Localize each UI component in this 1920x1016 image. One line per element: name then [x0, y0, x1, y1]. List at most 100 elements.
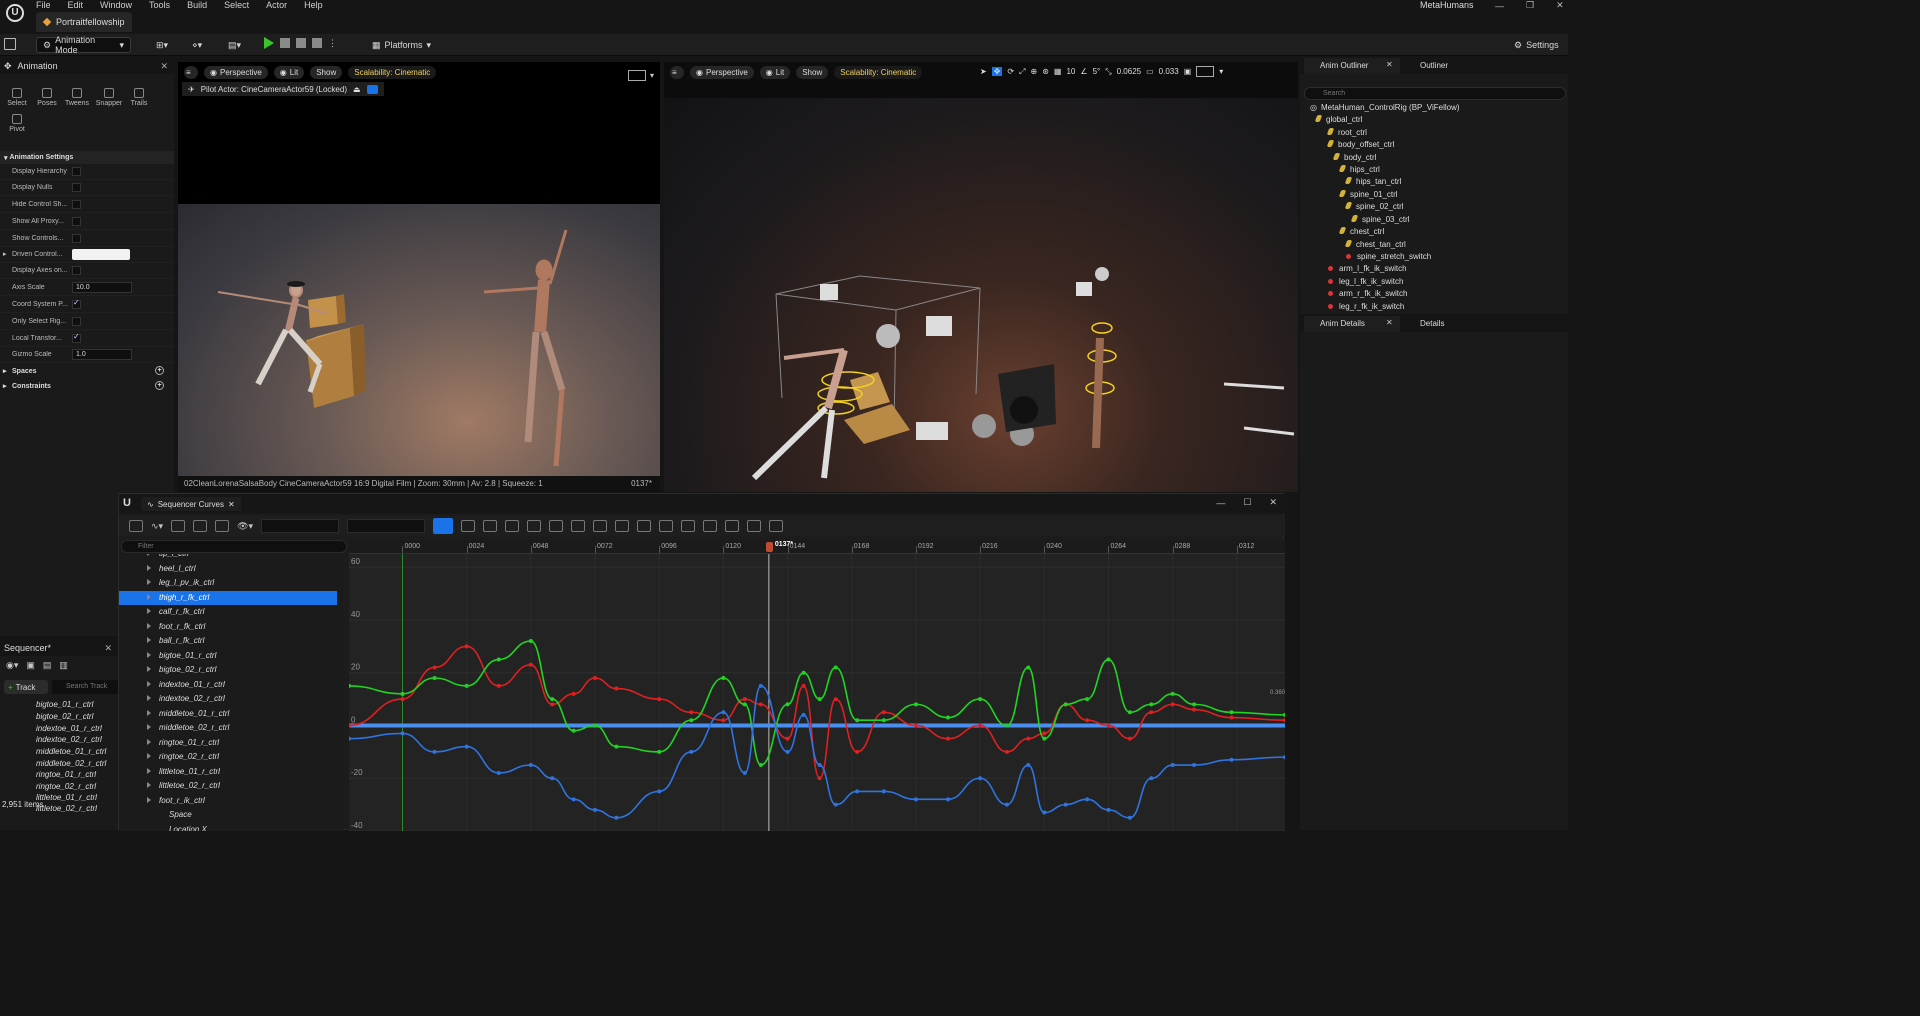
curve-tree-row[interactable]: Location.X: [119, 823, 337, 832]
settings-button[interactable]: ⚙ Settings: [1508, 37, 1565, 53]
curve-tree-row[interactable]: middletoe_01_r_ctrl: [119, 707, 337, 721]
snap-time-icon[interactable]: [527, 520, 542, 532]
flatten-icon[interactable]: [725, 520, 740, 532]
outliner-item[interactable]: root_ctrl: [1326, 127, 1367, 139]
outliner-item[interactable]: spine_03_ctrl: [1350, 214, 1410, 226]
checkbox[interactable]: [72, 332, 81, 343]
surface-snap-icon[interactable]: ⊛: [1042, 67, 1049, 76]
close-icon[interactable]: ✕: [1556, 0, 1564, 11]
camera-speed-icon[interactable]: ▭: [1146, 67, 1154, 76]
more-options-icon[interactable]: ⋮: [328, 38, 337, 49]
gizmo-scale-field[interactable]: 1.0: [72, 349, 132, 360]
maximize-icon[interactable]: ☐: [1243, 497, 1251, 508]
snap-value-icon[interactable]: [549, 520, 564, 532]
checkbox[interactable]: [72, 183, 81, 192]
select-tool[interactable]: Select: [2, 88, 32, 107]
color-swatch[interactable]: [72, 249, 130, 260]
expand-arrow-icon[interactable]: [147, 767, 151, 774]
checkbox[interactable]: [72, 234, 81, 243]
tangent-auto-icon[interactable]: [593, 520, 608, 532]
show-button[interactable]: Show: [310, 66, 343, 79]
camera-speed-value[interactable]: 0.033: [1159, 67, 1179, 76]
tangent-linear-icon[interactable]: [659, 520, 674, 532]
expand-arrow-icon[interactable]: [147, 608, 151, 614]
save-icon[interactable]: ▣: [26, 660, 35, 671]
sequencer-track[interactable]: middletoe_01_r_ctrl: [36, 747, 106, 756]
track-search-input[interactable]: Search Track: [52, 680, 118, 694]
menu-help[interactable]: Help: [304, 0, 323, 10]
curve-tree-row[interactable]: foot_r_ik_ctrl: [119, 794, 337, 808]
sequencer-track[interactable]: bigtoe_01_r_ctrl: [36, 700, 93, 709]
tangent-weighted-icon[interactable]: [703, 520, 718, 532]
zoom-fit-icon[interactable]: [215, 520, 230, 532]
render-icon[interactable]: ▥: [59, 660, 68, 671]
mode-dropdown[interactable]: ⚙ Animation Mode ▾: [36, 35, 131, 55]
sequencer-track[interactable]: ringtoe_02_r_ctrl: [36, 782, 96, 791]
outliner-item[interactable]: arm_r_fk_ik_switch: [1328, 288, 1407, 300]
blueprint-button[interactable]: ⋄▾: [186, 37, 208, 53]
curve-tree-row[interactable]: middletoe_02_r_ctrl: [119, 721, 337, 735]
project-tab[interactable]: Portraitfellowship: [36, 12, 132, 32]
curve-tree-row[interactable]: heel_l_ctrl: [119, 562, 337, 576]
scalability-button[interactable]: Scalability: Cinematic: [834, 66, 923, 79]
lit-button[interactable]: ◉ Lit: [759, 66, 791, 79]
expand-arrow-icon[interactable]: [147, 709, 151, 716]
scalability-button[interactable]: Scalability: Cinematic: [348, 66, 437, 79]
curve-graph[interactable]: 60 40 20 0 -20 -40: [349, 554, 1285, 831]
curve-tree-row[interactable]: bigtoe_02_r_ctrl: [119, 663, 337, 677]
expand-arrow-icon[interactable]: [147, 637, 151, 643]
curve-tree-row[interactable]: ringtoe_02_r_ctrl: [119, 750, 337, 764]
expand-arrow-icon[interactable]: [147, 738, 151, 745]
sequencer-tab[interactable]: Sequencer* ✕: [0, 640, 118, 656]
outliner-item[interactable]: chest_ctrl: [1338, 226, 1384, 238]
curve-tree-row[interactable]: leg_l_pv_ik_ctrl: [119, 576, 337, 590]
maximize-viewport-icon[interactable]: ▣: [1184, 67, 1192, 76]
scale-mode-icon[interactable]: ⤢: [1019, 67, 1025, 77]
key-time-field[interactable]: [261, 519, 340, 533]
angle-snap-icon[interactable]: ∠: [1080, 67, 1087, 76]
snapper-tool[interactable]: Snapper: [94, 88, 124, 107]
expand-arrow-icon[interactable]: [147, 680, 151, 687]
outliner-item[interactable]: global_ctrl: [1314, 114, 1362, 126]
outliner-search-input[interactable]: Search: [1304, 87, 1566, 100]
curve-tree-row[interactable]: thigh_r_fk_ctrl: [119, 590, 337, 605]
key-value-field[interactable]: [347, 519, 426, 533]
outliner-item[interactable]: hips_tan_ctrl: [1344, 176, 1401, 188]
curve-tree-row[interactable]: indextoe_02_r_ctrl: [119, 692, 337, 706]
straighten-icon[interactable]: [747, 520, 762, 532]
outliner-item[interactable]: body_ctrl: [1332, 152, 1376, 164]
checkbox[interactable]: [72, 167, 81, 176]
curves-filter-input[interactable]: Filter: [121, 540, 347, 553]
animation-settings-header[interactable]: ▾ Animation Settings: [0, 151, 174, 164]
expand-arrow-icon[interactable]: [147, 564, 151, 571]
menu-select[interactable]: Select: [224, 0, 249, 10]
menu-window[interactable]: Window: [100, 0, 132, 10]
curve-tree-row[interactable]: littletoe_01_r_ctrl: [119, 765, 337, 779]
frame-selection-icon[interactable]: [171, 520, 186, 532]
outliner-item[interactable]: hips_ctrl: [1338, 164, 1380, 176]
world-icon[interactable]: ◉▾: [6, 660, 18, 671]
lit-button[interactable]: ◉ Lit: [273, 66, 305, 79]
close-icon[interactable]: ✕: [1386, 318, 1393, 327]
select-tool-icon[interactable]: [433, 518, 454, 534]
close-icon[interactable]: ✕: [160, 61, 168, 72]
menu-actor[interactable]: Actor: [266, 0, 287, 10]
axis-scale-field[interactable]: 10.0: [72, 282, 132, 293]
close-icon[interactable]: ✕: [104, 643, 112, 654]
rotate-mode-icon[interactable]: ⟳: [1007, 67, 1014, 76]
close-icon[interactable]: ✕: [1386, 60, 1393, 69]
minimize-icon[interactable]: —: [1216, 498, 1225, 508]
outliner-item[interactable]: chest_tan_ctrl: [1344, 239, 1406, 251]
perspective-button[interactable]: ◉ Perspective: [690, 66, 754, 79]
sequencer-track[interactable]: littletoe_01_r_ctrl: [36, 793, 97, 802]
expand-arrow-icon[interactable]: [147, 651, 151, 658]
menu-build[interactable]: Build: [187, 0, 207, 10]
expand-arrow-icon[interactable]: [147, 622, 151, 629]
outliner-item[interactable]: spine_02_ctrl: [1344, 201, 1404, 213]
checkbox[interactable]: [72, 298, 81, 309]
constraints-section[interactable]: ▸ Constraints +: [0, 379, 174, 393]
perspective-viewport[interactable]: ≡ ◉ Perspective ◉ Lit Show Scalability: Ci…: [664, 62, 1298, 492]
outliner-item[interactable]: leg_l_fk_ik_switch: [1328, 276, 1403, 288]
expand-arrow-icon[interactable]: [147, 695, 151, 701]
expand-arrow-icon[interactable]: [147, 579, 151, 585]
